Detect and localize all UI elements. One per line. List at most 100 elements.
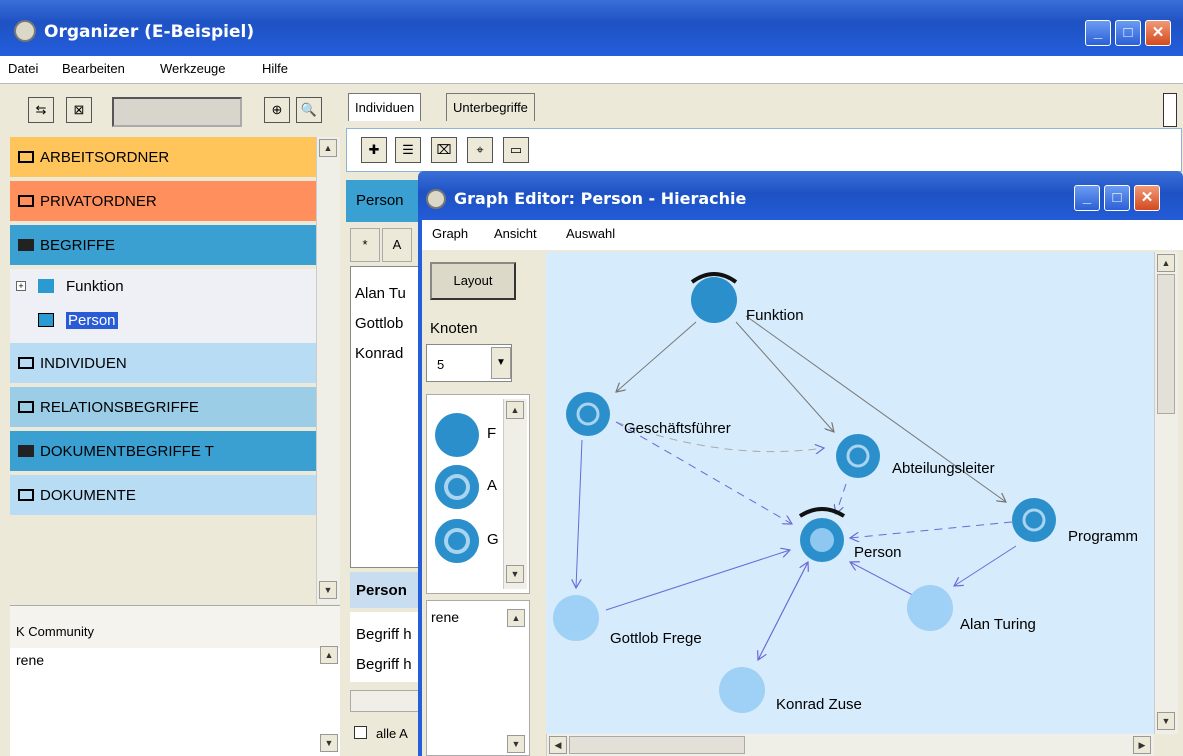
maximize-button[interactable]: □ [1104, 185, 1130, 211]
folder-relationsbegriffe[interactable]: RELATIONSBEGRIFFE [10, 387, 316, 429]
scroll-up-icon[interactable]: ▲ [506, 401, 524, 419]
scroll-down-icon[interactable]: ▼ [319, 581, 337, 599]
scroll-thumb[interactable] [1157, 274, 1175, 414]
tree-item-funktion[interactable]: Funktion [66, 278, 124, 295]
column-star[interactable]: * [350, 228, 380, 262]
list-item[interactable]: F [487, 425, 496, 442]
graph-user[interactable]: rene [431, 609, 459, 625]
minimize-button[interactable]: _ [1074, 185, 1100, 211]
community-user[interactable]: rene [16, 652, 44, 668]
scroll-up-icon[interactable]: ▲ [1157, 254, 1175, 272]
node-programm[interactable] [1012, 498, 1056, 542]
maximize-button[interactable]: □ [1115, 20, 1141, 46]
graph-canvas[interactable]: Funktion Geschäftsführer Abteilungsleite… [546, 252, 1154, 734]
list-item[interactable]: Konrad [355, 339, 417, 369]
list-icon[interactable]: ☰ [395, 137, 421, 163]
node-gottlob-frege[interactable] [553, 595, 599, 641]
panel-handle[interactable] [1163, 93, 1177, 127]
scroll-left-icon[interactable]: ◀ [549, 736, 567, 754]
zoom-icon[interactable]: ⊕ [264, 97, 290, 123]
scroll-up-icon[interactable]: ▲ [320, 646, 338, 664]
scroll-thumb[interactable] [569, 736, 745, 754]
list-item[interactable]: G [487, 531, 499, 548]
list-item[interactable]: Begriff h [356, 620, 416, 650]
column-a[interactable]: A [382, 228, 412, 262]
node-label: Funktion [746, 307, 804, 324]
community-panel: K Community rene ▲ ▼ [10, 605, 340, 756]
menu-graph[interactable]: Graph [432, 226, 468, 241]
folder-dokumentbegriffe[interactable]: DOKUMENTBEGRIFFE T [10, 431, 316, 473]
scroll-down-icon[interactable]: ▼ [506, 565, 524, 583]
list-item[interactable]: A [487, 477, 497, 494]
hierarchy-icon[interactable]: ⌖ [467, 137, 493, 163]
menu-bearbeiten[interactable]: Bearbeiten [62, 61, 125, 76]
node-abteilungsleiter[interactable] [836, 434, 880, 478]
list-item[interactable]: Begriff h [356, 650, 416, 680]
folder-label: DOKUMENTE [40, 487, 136, 504]
close-button[interactable]: ✕ [1145, 20, 1171, 46]
main-titlebar[interactable]: Organizer (E-Beispiel) _ □ ✕ [0, 0, 1183, 56]
new-icon[interactable]: ✚ [361, 137, 387, 163]
tab-unterbegriffe[interactable]: Unterbegriffe [446, 93, 535, 121]
list-item[interactable]: Alan Tu [355, 279, 417, 309]
menu-werkzeuge[interactable]: Werkzeuge [160, 61, 226, 76]
b-icon [18, 445, 34, 457]
folder-privatordner[interactable]: PRIVATORDNER [10, 181, 316, 223]
menu-hilfe[interactable]: Hilfe [262, 61, 288, 76]
search-field[interactable] [112, 97, 242, 127]
window-icon[interactable]: ▭ [503, 137, 529, 163]
node-label: Programm [1068, 528, 1139, 545]
alle-checkbox-label: alle A [376, 726, 408, 741]
scroll-up-icon[interactable]: ▲ [507, 609, 525, 627]
menu-ansicht[interactable]: Ansicht [494, 226, 537, 241]
scroll-down-icon[interactable]: ▼ [507, 735, 525, 753]
chevron-down-icon[interactable]: ▼ [491, 347, 511, 379]
app-icon [426, 189, 446, 209]
horizontal-scrollbar[interactable] [350, 690, 422, 712]
name-list: Alan Tu Gottlob Konrad [350, 266, 422, 568]
folder-icon [18, 151, 34, 163]
begriff-list: Begriff h Begriff h [350, 612, 422, 682]
list-node-icon[interactable] [435, 465, 479, 509]
folder-icon [18, 195, 34, 207]
menu-datei[interactable]: Datei [8, 61, 38, 76]
tree-item-person[interactable]: Person [66, 312, 118, 329]
graph-hscrollbar[interactable]: ◀ ▶ [546, 734, 1154, 756]
back-icon[interactable]: ⇆ [28, 97, 54, 123]
folder-arbeitsordner[interactable]: ARBEITSORDNER [10, 137, 316, 179]
expand-icon[interactable]: + [16, 281, 26, 291]
layout-button[interactable]: Layout [430, 262, 516, 300]
node-konrad-zuse[interactable] [719, 667, 765, 713]
folder-individuen[interactable]: INDIVIDUEN [10, 343, 316, 385]
delete-icon[interactable]: ⌧ [431, 137, 457, 163]
folder-dokumente[interactable]: DOKUMENTE [10, 475, 316, 517]
close-button[interactable]: ✕ [1134, 185, 1160, 211]
edge [735, 321, 834, 432]
tab-individuen[interactable]: Individuen [348, 93, 422, 121]
knoten-select[interactable]: 5 ▼ [426, 344, 512, 382]
folder-scrollbar[interactable]: ▲ ▼ [316, 137, 340, 604]
node-alan-turing[interactable] [907, 585, 953, 631]
folder-begriffe[interactable]: BEGRIFFE [10, 225, 316, 267]
search-icon[interactable]: 🔍 [296, 97, 322, 123]
scroll-right-icon[interactable]: ▶ [1133, 736, 1151, 754]
scroll-down-icon[interactable]: ▼ [320, 734, 338, 752]
list-node-icon[interactable] [435, 519, 479, 563]
scroll-down-icon[interactable]: ▼ [1157, 712, 1175, 730]
node-geschaeftsfuehrer[interactable] [566, 392, 610, 436]
list-node-icon[interactable] [435, 413, 479, 457]
list-item[interactable]: Gottlob [355, 309, 417, 339]
node-list-scrollbar[interactable]: ▲ ▼ [503, 399, 527, 589]
node-label: Person [854, 544, 902, 561]
menu-auswahl[interactable]: Auswahl [566, 226, 615, 241]
box-icon[interactable]: ⊠ [66, 97, 92, 123]
node-funktion[interactable] [691, 277, 737, 323]
scroll-up-icon[interactable]: ▲ [319, 139, 337, 157]
graph-titlebar[interactable]: Graph Editor: Person - Hierachie _ □ ✕ [418, 171, 1183, 227]
folder-label: PRIVATORDNER [40, 193, 157, 210]
alle-checkbox[interactable] [354, 726, 367, 739]
knoten-value: 5 [437, 357, 445, 372]
graph-vscrollbar[interactable]: ▲ ▼ [1154, 252, 1178, 734]
edge [616, 321, 697, 392]
minimize-button[interactable]: _ [1085, 20, 1111, 46]
